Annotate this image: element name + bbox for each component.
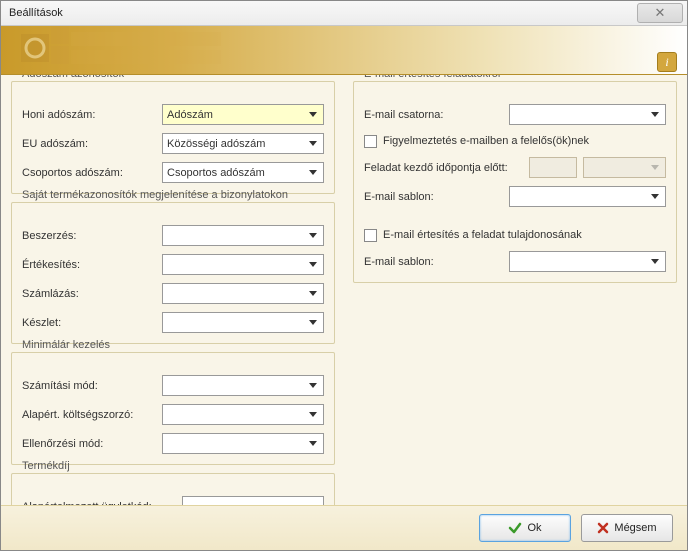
group-tax-combo[interactable]: Csoportos adószám xyxy=(162,162,324,183)
notify-owner-checkbox[interactable] xyxy=(364,229,377,242)
dialog-body: Adószám azonosítók Honi adószám: Adószám… xyxy=(1,75,687,505)
group-tax-label: Csoportos adószám: xyxy=(22,167,162,179)
check-mode-label: Ellenőrzési mód: xyxy=(22,438,162,450)
chevron-down-icon xyxy=(649,256,661,268)
chevron-down-icon xyxy=(649,109,661,121)
chevron-down-icon xyxy=(307,230,319,242)
calc-mode-label: Számítási mód: xyxy=(22,380,162,392)
sales-label: Értékesítés: xyxy=(22,259,162,271)
ok-button[interactable]: Ok xyxy=(479,514,571,542)
email-channel-combo[interactable] xyxy=(509,104,666,125)
settings-window: Beállítások ✕ i Adószám azonosítók Honi … xyxy=(0,0,688,551)
email-template1-label: E-mail sablon: xyxy=(364,191,509,203)
chevron-down-icon xyxy=(307,317,319,329)
close-icon: ✕ xyxy=(655,5,666,21)
cost-mult-combo[interactable] xyxy=(162,404,324,425)
chevron-down-icon xyxy=(307,167,319,179)
domestic-tax-label: Honi adószám: xyxy=(22,109,162,121)
notify-owner-label: E-mail értesítés a feladat tulajdonosána… xyxy=(383,229,582,241)
task-start-amount xyxy=(529,157,577,178)
group-product-fee-title: Termékdíj xyxy=(22,460,70,472)
sales-combo[interactable] xyxy=(162,254,324,275)
right-column: E-mail értesítés feladatokról E-mail csa… xyxy=(353,81,677,501)
eu-tax-label: EU adószám: xyxy=(22,138,162,150)
ok-button-label: Ok xyxy=(527,522,541,534)
email-template1-combo[interactable] xyxy=(509,186,666,207)
invoicing-combo[interactable] xyxy=(162,283,324,304)
stock-combo[interactable] xyxy=(162,312,324,333)
group-product-fee: Termékdíj Alapértelmezett ügyletkód: xyxy=(11,473,335,505)
domestic-tax-combo[interactable]: Adószám xyxy=(162,104,324,125)
task-start-label: Feladat kezdő időpontja előtt: xyxy=(364,162,529,174)
warn-responsibles-checkbox[interactable] xyxy=(364,135,377,148)
purchase-label: Beszerzés: xyxy=(22,230,162,242)
task-start-unit-combo xyxy=(583,157,666,178)
check-icon xyxy=(508,521,522,535)
chevron-down-icon xyxy=(307,109,319,121)
eu-tax-value: Közösségi adószám xyxy=(167,138,307,150)
group-email-notify: E-mail értesítés feladatokról E-mail csa… xyxy=(353,81,677,283)
group-min-price-title: Minimálár kezelés xyxy=(22,339,110,351)
email-template2-combo[interactable] xyxy=(509,251,666,272)
chevron-down-icon xyxy=(307,409,319,421)
group-tax-value: Csoportos adószám xyxy=(167,167,307,179)
group-email-notify-title: E-mail értesítés feladatokról xyxy=(364,75,500,80)
check-mode-combo[interactable] xyxy=(162,433,324,454)
calc-mode-combo[interactable] xyxy=(162,375,324,396)
cancel-button[interactable]: Mégsem xyxy=(581,514,673,542)
left-column: Adószám azonosítók Honi adószám: Adószám… xyxy=(11,81,335,501)
group-tax-ids: Adószám azonosítók Honi adószám: Adószám… xyxy=(11,81,335,194)
banner-decoration xyxy=(21,26,221,74)
invoicing-label: Számlázás: xyxy=(22,288,162,300)
window-title: Beállítások xyxy=(9,7,63,19)
stock-label: Készlet: xyxy=(22,317,162,329)
group-tax-ids-title: Adószám azonosítók xyxy=(22,75,124,80)
eu-tax-combo[interactable]: Közösségi adószám xyxy=(162,133,324,154)
cancel-button-label: Mégsem xyxy=(614,522,656,534)
default-code-input[interactable] xyxy=(182,496,324,505)
footer: Ok Mégsem xyxy=(1,505,687,550)
info-button[interactable]: i xyxy=(657,52,677,72)
cross-icon xyxy=(597,522,609,534)
domestic-tax-value: Adószám xyxy=(167,109,307,121)
email-template2-label: E-mail sablon: xyxy=(364,256,509,268)
group-product-ids: Saját termékazonosítók megjelenítése a b… xyxy=(11,202,335,344)
chevron-down-icon xyxy=(307,380,319,392)
group-product-ids-title: Saját termékazonosítók megjelenítése a b… xyxy=(22,189,288,201)
group-min-price: Minimálár kezelés Számítási mód: Alapért… xyxy=(11,352,335,465)
banner: i xyxy=(1,26,687,75)
chevron-down-icon xyxy=(307,438,319,450)
chevron-down-icon xyxy=(649,191,661,203)
cost-mult-label: Alapért. költségszorzó: xyxy=(22,409,162,421)
chevron-down-icon xyxy=(307,288,319,300)
purchase-combo[interactable] xyxy=(162,225,324,246)
chevron-down-icon xyxy=(307,138,319,150)
chevron-down-icon xyxy=(307,259,319,271)
warn-responsibles-label: Figyelmeztetés e-mailben a felelős(ök)ne… xyxy=(383,135,589,147)
email-channel-label: E-mail csatorna: xyxy=(364,109,509,121)
chevron-down-icon xyxy=(649,162,661,174)
titlebar: Beállítások ✕ xyxy=(1,1,687,26)
window-close-button[interactable]: ✕ xyxy=(637,3,683,23)
